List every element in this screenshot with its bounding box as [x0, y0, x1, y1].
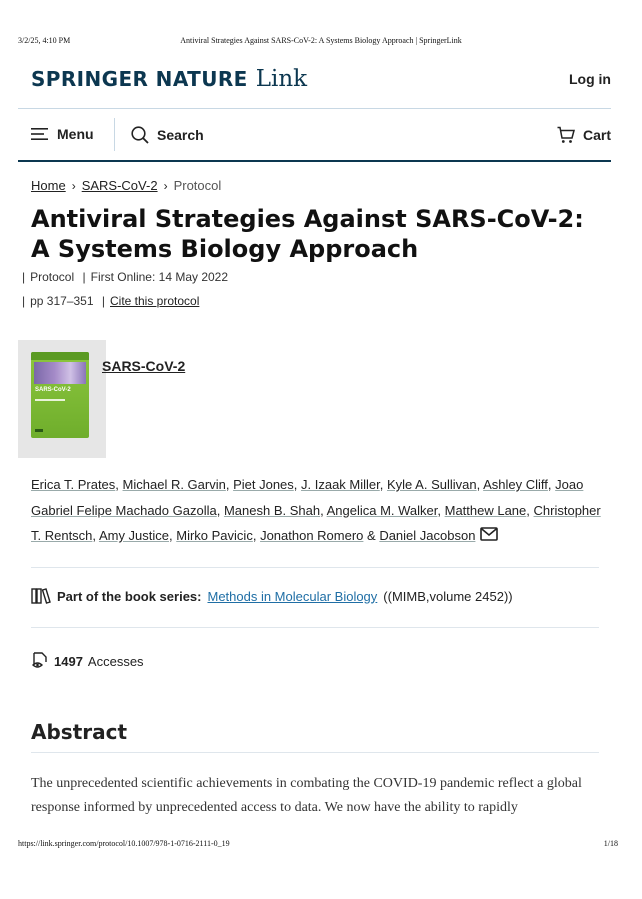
print-page-number: 1/18 — [603, 839, 618, 848]
cover-title: SARS-CoV-2 — [35, 387, 71, 393]
book-cover[interactable]: SARS-CoV-2 — [18, 340, 106, 458]
page-title: Antiviral Strategies Against SARS-CoV-2:… — [31, 205, 584, 263]
springer-link-logo[interactable]: SPRINGER NATURE Link — [31, 66, 307, 92]
cart-label: Cart — [582, 127, 611, 143]
login-link[interactable]: Log in — [569, 71, 611, 87]
logo-link: Link — [255, 66, 308, 92]
author-link[interactable]: Michael R. Garvin — [123, 477, 226, 492]
author-link[interactable]: Manesh B. Shah — [224, 503, 320, 518]
section-divider — [31, 627, 599, 628]
author-link[interactable]: Amy Justice — [99, 528, 169, 543]
author-link[interactable]: Mirko Pavicic — [176, 528, 253, 543]
main-nav: Menu Search Cart — [31, 118, 611, 154]
cart-icon — [557, 126, 575, 144]
breadcrumb-current: Protocol — [173, 178, 222, 193]
search-button[interactable]: Search — [131, 126, 204, 144]
series-volume: ((MIMB,volume 2452)) — [383, 588, 513, 604]
abstract-divider — [31, 752, 599, 753]
section-divider — [31, 567, 599, 568]
chevron-right-icon: › — [163, 178, 168, 193]
abstract-heading: Abstract — [31, 720, 128, 744]
author-link[interactable]: Erica T. Prates — [31, 477, 115, 492]
books-icon — [31, 588, 51, 604]
menu-button[interactable]: Menu — [31, 126, 94, 142]
accesses-label: Accesses — [87, 653, 144, 669]
author-link[interactable]: Piet Jones — [233, 477, 294, 492]
nav-divider — [114, 118, 115, 151]
page-range: pp 317–351 — [30, 294, 94, 308]
book-series: Part of the book series: Methods in Mole… — [31, 588, 513, 604]
nav-divider-bottom — [18, 160, 611, 162]
series-label: Part of the book series: — [57, 588, 202, 604]
breadcrumb: Home › SARS-CoV-2 › Protocol — [31, 178, 221, 193]
abstract-text: The unprecedented scientific achievement… — [31, 776, 582, 815]
author-link[interactable]: Matthew Lane — [445, 503, 527, 518]
envelope-icon[interactable] — [480, 524, 499, 550]
search-icon — [131, 126, 149, 144]
hamburger-icon — [31, 127, 49, 141]
document-view-icon — [31, 652, 49, 670]
author-link[interactable]: Daniel Jacobson — [379, 528, 475, 543]
content-type: Protocol — [30, 270, 75, 284]
chevron-right-icon: › — [71, 178, 76, 193]
author-list: Erica T. Prates, Michael R. Garvin, Piet… — [31, 472, 601, 549]
breadcrumb-book[interactable]: SARS-CoV-2 — [82, 178, 158, 193]
series-link[interactable]: Methods in Molecular Biology — [207, 589, 377, 604]
cart-button[interactable]: Cart — [557, 126, 611, 144]
book-title-link[interactable]: SARS-CoV-2 — [102, 358, 185, 374]
header-divider — [18, 108, 611, 109]
author-link[interactable]: Ashley Cliff — [483, 477, 548, 492]
logo-springer-nature: SPRINGER NATURE — [31, 67, 248, 91]
author-link[interactable]: Angelica M. Walker — [327, 503, 438, 518]
author-link[interactable]: J. Izaak Miller — [301, 477, 380, 492]
menu-label: Menu — [57, 126, 94, 142]
brand-bar: SPRINGER NATURE Link Log in — [31, 64, 611, 100]
print-url: https://link.springer.com/protocol/10.10… — [18, 839, 230, 848]
print-header: 3/2/25, 4:10 PM Antiviral Strategies Aga… — [18, 36, 624, 48]
print-date: 3/2/25, 4:10 PM — [18, 36, 71, 45]
author-link[interactable]: Jonathon Romero — [260, 528, 363, 543]
search-label: Search — [157, 127, 204, 143]
cite-link[interactable]: Cite this protocol — [110, 294, 199, 308]
print-page-title: Antiviral Strategies Against SARS-CoV-2:… — [180, 36, 462, 45]
access-metrics: 1497 Accesses — [31, 652, 144, 670]
first-online: First Online: 14 May 2022 — [90, 270, 229, 284]
breadcrumb-home[interactable]: Home — [31, 178, 66, 193]
page: 3/2/25, 4:10 PM Antiviral Strategies Aga… — [0, 0, 642, 899]
book-cover-image: SARS-CoV-2 — [31, 352, 89, 438]
author-link[interactable]: Kyle A. Sullivan — [387, 477, 477, 492]
article-meta-line-2: | pp 317–351 | Cite this protocol — [22, 294, 200, 308]
article-meta-line-1: | Protocol | First Online: 14 May 2022 — [22, 270, 229, 284]
accesses-count: 1497 — [54, 653, 83, 669]
